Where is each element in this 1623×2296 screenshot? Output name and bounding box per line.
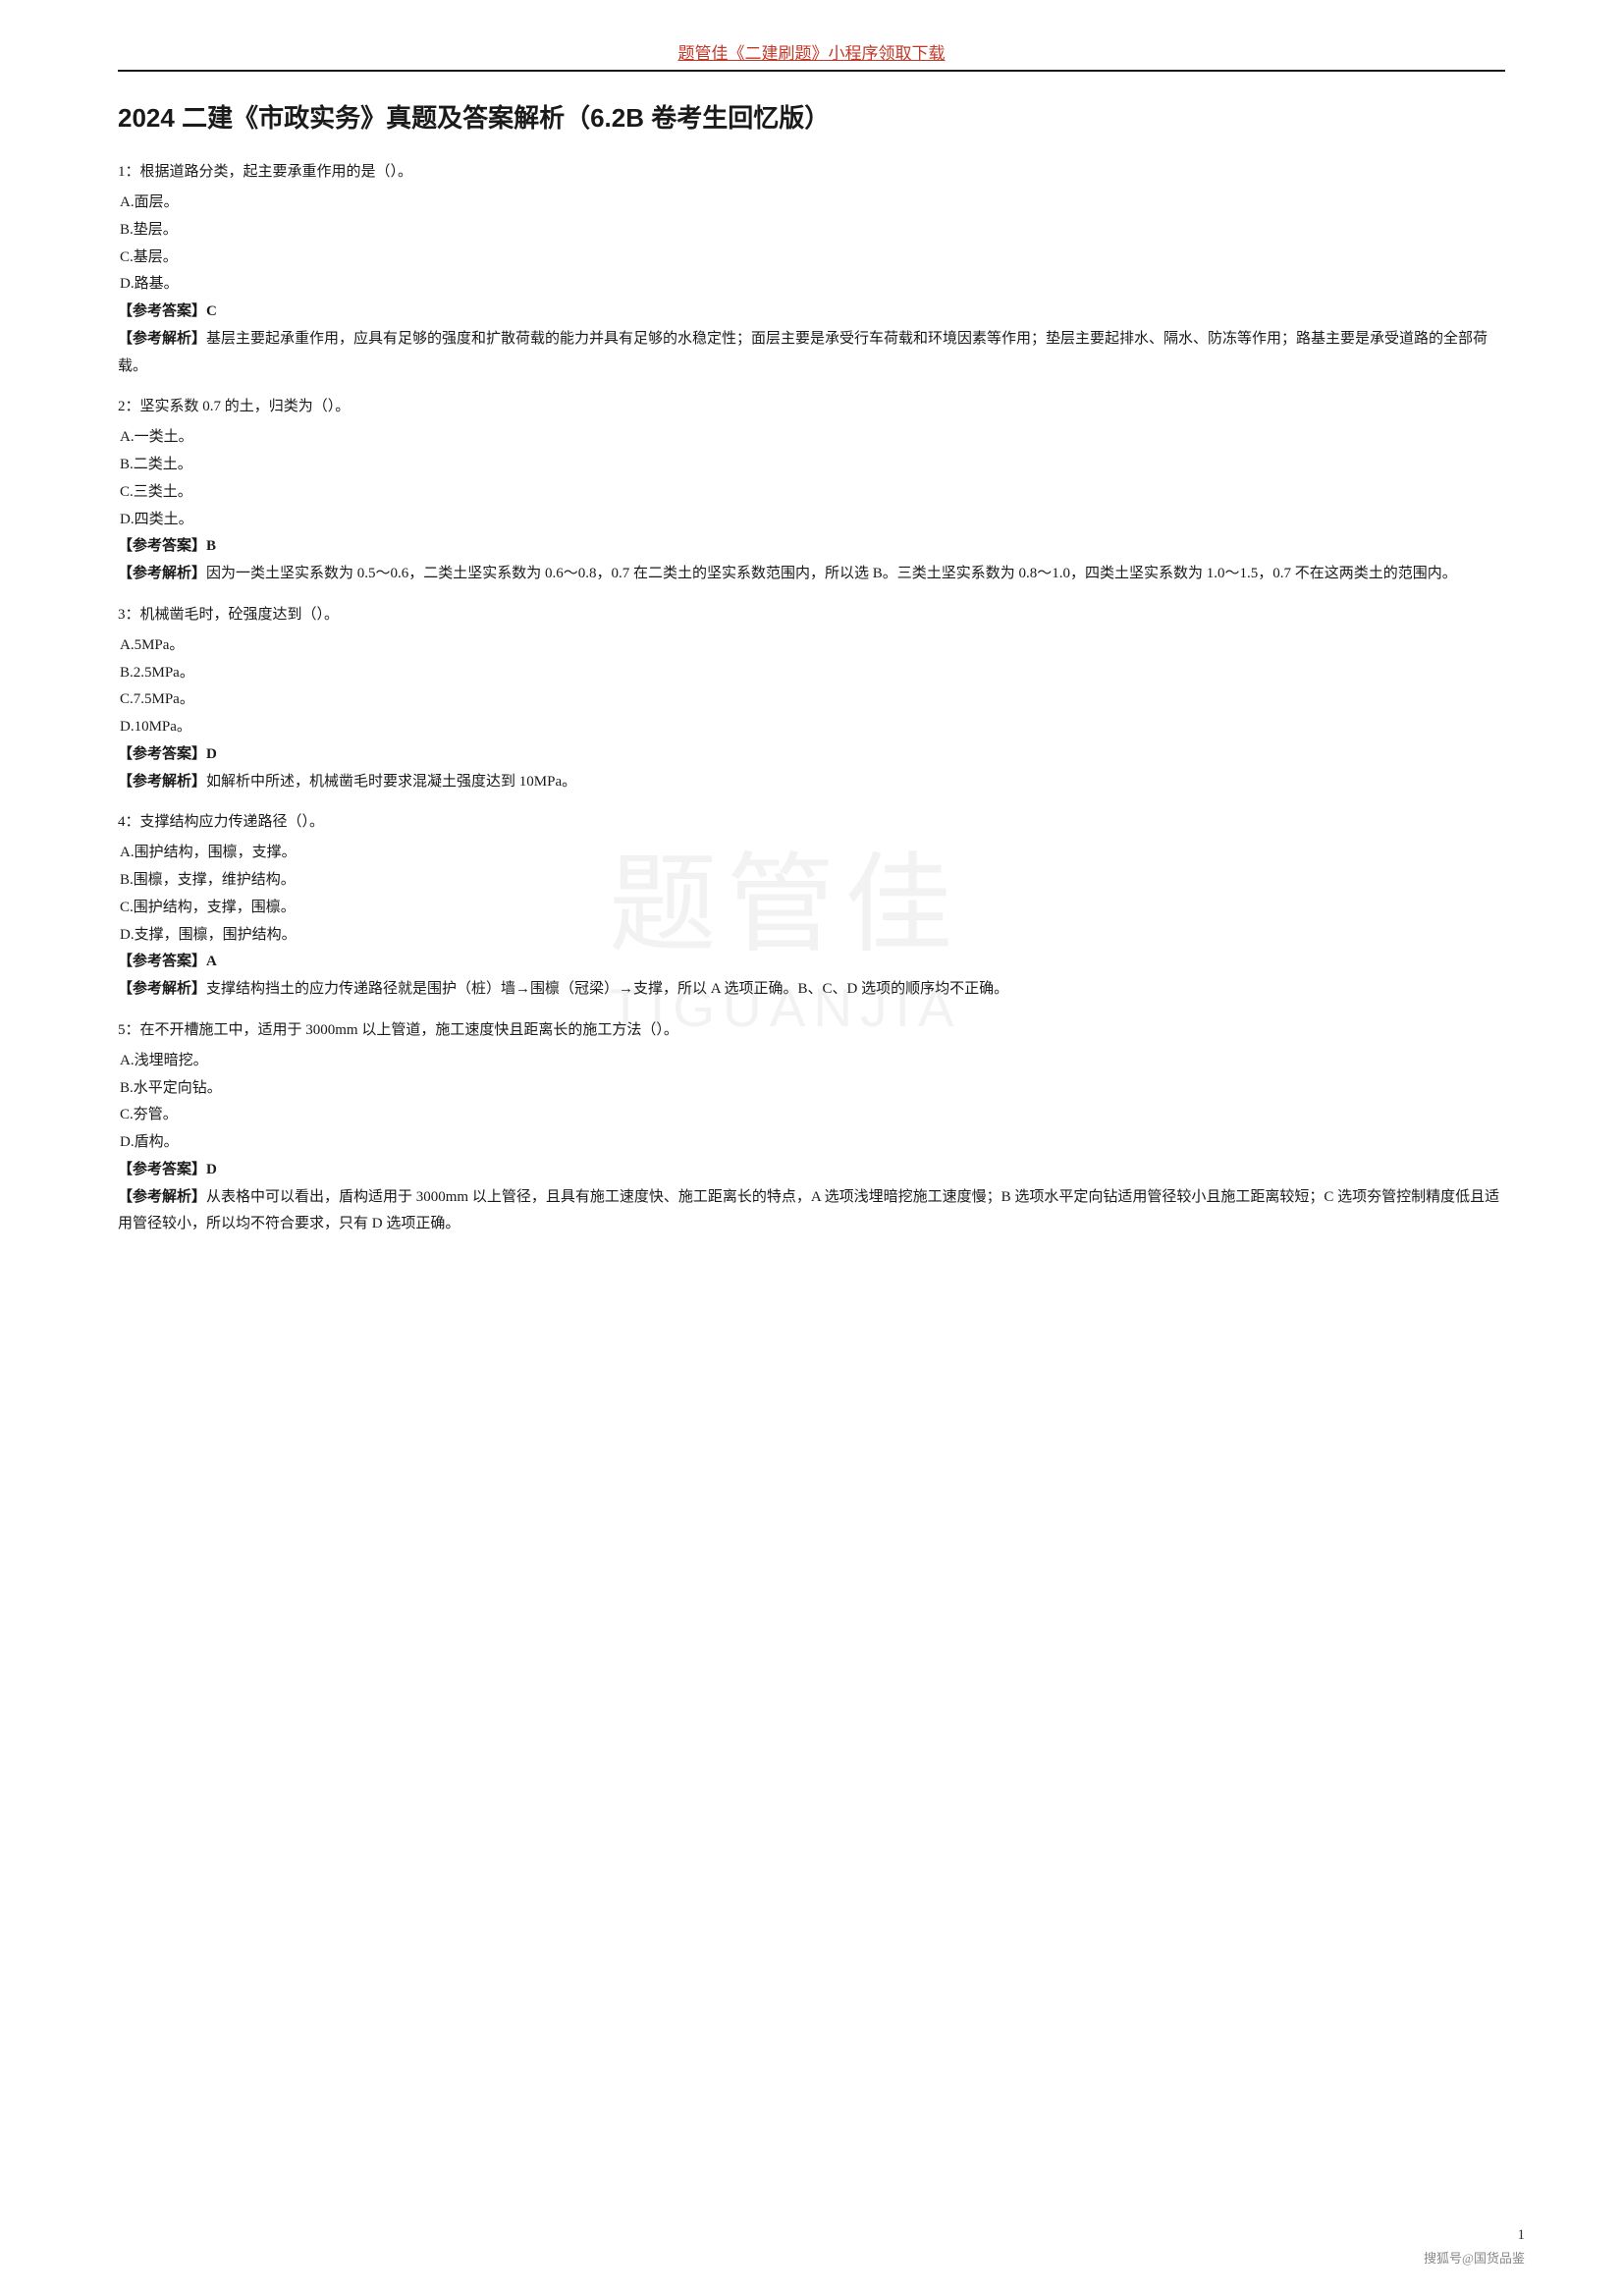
q1-analysis-label: 【参考解析】 xyxy=(118,331,206,347)
q3-opt-b: B.2.5MPa。 xyxy=(120,660,1505,687)
q4-opt-b: B.围檩，支撑，维护结构。 xyxy=(120,867,1505,895)
q2-opt-a: A.一类土。 xyxy=(120,424,1505,452)
q3-opt-d: D.10MPa。 xyxy=(120,714,1505,741)
q3-opt-c: C.7.5MPa。 xyxy=(120,686,1505,714)
footer-source: 搜狐号@国货品鉴 xyxy=(1424,2248,1525,2267)
page-wrapper: 题管佳《二建刷题》小程序领取下载 2024 二建《市政实务》真题及答案解析（6.… xyxy=(0,0,1623,2296)
q5-opt-a: A.浅埋暗挖。 xyxy=(120,1048,1505,1075)
q4-analysis-label: 【参考解析】 xyxy=(118,981,206,997)
page-number: 1 xyxy=(1518,2227,1526,2244)
q2-analysis: 【参考解析】因为一类土坚实系数为 0.5～0.6，二类土坚实系数为 0.6～0.… xyxy=(118,561,1505,588)
q2-opt-c: C.三类土。 xyxy=(120,479,1505,507)
q4-stem: 4：支撑结构应力传递路径（）。 xyxy=(118,809,1505,836)
q2-opt-d: D.四类土。 xyxy=(120,507,1505,534)
header-title: 题管佳《二建刷题》小程序领取下载 xyxy=(118,39,1505,64)
q4-opt-c: C.围护结构，支撑，围檩。 xyxy=(120,895,1505,922)
q5-opt-b: B.水平定向钻。 xyxy=(120,1075,1505,1103)
q5-analysis-label: 【参考解析】 xyxy=(118,1189,206,1205)
q5-opt-d: D.盾构。 xyxy=(120,1129,1505,1157)
question-1: 1：根据道路分类，起主要承重作用的是（）。 A.面层。 B.垫层。 C.基层。 … xyxy=(118,159,1505,380)
question-5: 5：在不开槽施工中，适用于 3000mm 以上管道，施工速度快且距离长的施工方法… xyxy=(118,1017,1505,1238)
q3-analysis-text: 如解析中所述，机械凿毛时要求混凝土强度达到 10MPa。 xyxy=(206,774,576,790)
q4-analysis-text: 支撑结构挡土的应力传递路径就是围护（桩）墙→围檩（冠梁）→支撑，所以 A 选项正… xyxy=(206,981,1008,997)
q5-analysis: 【参考解析】从表格中可以看出，盾构适用于 3000mm 以上管径，且具有施工速度… xyxy=(118,1184,1505,1239)
header-divider xyxy=(118,70,1505,72)
main-title: 2024 二建《市政实务》真题及答案解析（6.2B 卷考生回忆版） xyxy=(118,99,1505,137)
q4-analysis: 【参考解析】支撑结构挡土的应力传递路径就是围护（桩）墙→围檩（冠梁）→支撑，所以… xyxy=(118,976,1505,1004)
q4-opt-d: D.支撑，围檩，围护结构。 xyxy=(120,922,1505,950)
q3-answer: 【参考答案】D xyxy=(118,741,1505,769)
question-4: 4：支撑结构应力传递路径（）。 A.围护结构，围檩，支撑。 B.围檩，支撑，维护… xyxy=(118,809,1505,1004)
q2-opt-b: B.二类土。 xyxy=(120,452,1505,479)
q1-opt-d: D.路基。 xyxy=(120,271,1505,299)
header-title-bar: 题管佳《二建刷题》小程序领取下载 xyxy=(118,39,1505,72)
q5-analysis-text: 从表格中可以看出，盾构适用于 3000mm 以上管径，且具有施工速度快、施工距离… xyxy=(118,1189,1499,1232)
q1-analysis: 【参考解析】基层主要起承重作用，应具有足够的强度和扩散荷载的能力并具有足够的水稳… xyxy=(118,326,1505,381)
q3-opt-a: A.5MPa。 xyxy=(120,632,1505,660)
q2-analysis-text: 因为一类土坚实系数为 0.5～0.6，二类土坚实系数为 0.6～0.8，0.7 … xyxy=(206,566,1457,581)
q3-stem: 3：机械凿毛时，砼强度达到（）。 xyxy=(118,602,1505,629)
q2-stem: 2：坚实系数 0.7 的土，归类为（）。 xyxy=(118,394,1505,420)
q2-analysis-label: 【参考解析】 xyxy=(118,566,206,581)
q5-answer: 【参考答案】D xyxy=(118,1157,1505,1184)
question-2: 2：坚实系数 0.7 的土，归类为（）。 A.一类土。 B.二类土。 C.三类土… xyxy=(118,394,1505,588)
q1-opt-c: C.基层。 xyxy=(120,245,1505,272)
q1-answer: 【参考答案】C xyxy=(118,299,1505,326)
q1-stem: 1：根据道路分类，起主要承重作用的是（）。 xyxy=(118,159,1505,186)
q4-answer: 【参考答案】A xyxy=(118,949,1505,976)
q1-opt-b: B.垫层。 xyxy=(120,217,1505,245)
q4-opt-a: A.围护结构，围檩，支撑。 xyxy=(120,840,1505,867)
q1-opt-a: A.面层。 xyxy=(120,190,1505,217)
q3-analysis-label: 【参考解析】 xyxy=(118,774,206,790)
q5-opt-c: C.夯管。 xyxy=(120,1102,1505,1129)
q3-analysis: 【参考解析】如解析中所述，机械凿毛时要求混凝土强度达到 10MPa。 xyxy=(118,769,1505,796)
q1-analysis-text: 基层主要起承重作用，应具有足够的强度和扩散荷载的能力并具有足够的水稳定性；面层主… xyxy=(118,331,1488,374)
q5-stem: 5：在不开槽施工中，适用于 3000mm 以上管道，施工速度快且距离长的施工方法… xyxy=(118,1017,1505,1044)
page-footer: 1 搜狐号@国货品鉴 xyxy=(1424,2227,1525,2267)
question-3: 3：机械凿毛时，砼强度达到（）。 A.5MPa。 B.2.5MPa。 C.7.5… xyxy=(118,602,1505,796)
q2-answer: 【参考答案】B xyxy=(118,533,1505,561)
